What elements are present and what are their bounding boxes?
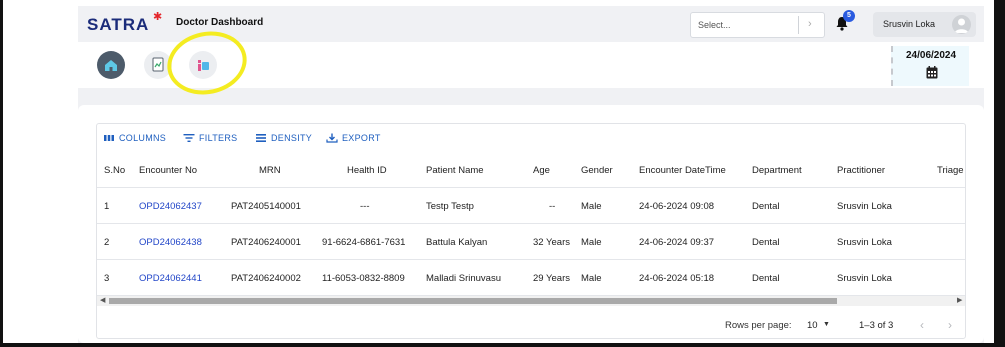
- table-cell: 11-6053-0832-8809: [322, 273, 405, 284]
- encounter-link[interactable]: OPD24062438: [139, 237, 202, 248]
- calendar-icon[interactable]: [926, 66, 938, 79]
- table-cell: Testp Testp: [426, 201, 474, 212]
- table-cell: 29 Years: [533, 273, 570, 284]
- page-title: Doctor Dashboard: [176, 17, 264, 28]
- user-name: Srusvin Loka: [883, 19, 936, 29]
- logo-text: SATRA: [87, 15, 150, 34]
- select-divider: [798, 16, 799, 34]
- table-cell: 1: [104, 201, 110, 212]
- table-cell: Malladi Srinuvasu: [426, 273, 501, 284]
- screen-border-left: [0, 0, 3, 347]
- date-panel[interactable]: 24/06/2024: [891, 46, 969, 86]
- table-cell: 3: [104, 273, 110, 284]
- notifications-button[interactable]: 5: [835, 10, 855, 31]
- table-cell: 24-06-2024 09:08: [639, 201, 715, 212]
- table-cell: PAT2406240002: [231, 273, 301, 284]
- table-row[interactable]: 2 OPD24062438 PAT2406240001 91-6624-6861…: [97, 224, 965, 260]
- column-header[interactable]: Encounter No: [139, 165, 197, 176]
- doctor-dashboard-app: SATRA ✱ Doctor Dashboard Select... › 5 S…: [78, 6, 984, 343]
- facility-select[interactable]: Select... ›: [690, 12, 825, 38]
- select-placeholder: Select...: [698, 20, 731, 30]
- current-date: 24/06/2024: [906, 50, 957, 61]
- chevron-down-icon[interactable]: ▼: [823, 321, 830, 328]
- encounter-link[interactable]: OPD24062437: [139, 201, 202, 212]
- column-header[interactable]: Practitioner: [837, 165, 885, 176]
- avatar: [952, 15, 971, 34]
- previous-page-button[interactable]: ‹: [920, 318, 924, 332]
- column-header[interactable]: MRN: [259, 165, 281, 176]
- table-cell: Srusvin Loka: [837, 237, 892, 248]
- density-icon: [256, 134, 266, 142]
- table-cell: Srusvin Loka: [837, 201, 892, 212]
- user-avatar-icon: [954, 18, 969, 33]
- encounters-data-grid: COLUMNS FILTERS DENSITY EXPORT S.No Enco…: [96, 123, 966, 339]
- column-header[interactable]: S.No: [104, 165, 125, 176]
- home-icon: [105, 60, 117, 71]
- scrollbar-thumb[interactable]: [109, 298, 837, 304]
- table-cell: 32 Years: [533, 237, 570, 248]
- column-header[interactable]: Age: [533, 165, 550, 176]
- table-cell: Dental: [752, 273, 780, 284]
- columns-icon: [104, 135, 114, 141]
- table-cell: 24-06-2024 09:37: [639, 237, 715, 248]
- logo-star-icon: ✱: [153, 11, 164, 23]
- table-cell: Srusvin Loka: [837, 273, 892, 284]
- table-cell: Male: [581, 273, 602, 284]
- brand-logo[interactable]: SATRA ✱: [87, 11, 162, 35]
- pagination-range: 1–3 of 3: [859, 320, 894, 331]
- grid-header-row: S.No Encounter No MRN Health ID Patient …: [97, 154, 965, 188]
- screen-border-right: [994, 0, 1005, 347]
- table-cell: Battula Kalyan: [426, 237, 488, 248]
- table-cell: 91-6624-6861-7631: [322, 237, 406, 248]
- encounter-link[interactable]: OPD24062441: [139, 273, 202, 284]
- column-header[interactable]: Encounter DateTime: [639, 165, 726, 176]
- table-cell: Dental: [752, 201, 780, 212]
- column-header[interactable]: Gender: [581, 165, 613, 176]
- rows-per-page-select[interactable]: 10: [807, 320, 818, 331]
- grid-toolbar: COLUMNS FILTERS DENSITY EXPORT: [97, 124, 965, 154]
- table-cell: --: [549, 201, 556, 212]
- density-label: DENSITY: [271, 133, 313, 143]
- table-cell: Dental: [752, 237, 780, 248]
- screen-border-bottom: [0, 343, 1005, 347]
- rows-per-page-label: Rows per page:: [725, 320, 792, 331]
- table-row[interactable]: 3 OPD24062441 PAT2406240002 11-6053-0832…: [97, 260, 965, 296]
- table-row[interactable]: 1 OPD24062437 PAT2405140001 --- Testp Te…: [97, 188, 965, 224]
- horizontal-scrollbar[interactable]: ◀ ▶: [97, 296, 965, 306]
- download-icon: [326, 133, 338, 143]
- filters-label: FILTERS: [199, 133, 238, 143]
- encounters-card: COLUMNS FILTERS DENSITY EXPORT S.No Enco…: [78, 105, 984, 343]
- table-cell: Male: [581, 237, 602, 248]
- table-cell: PAT2405140001: [231, 201, 301, 212]
- scroll-left-arrow-icon[interactable]: ◀: [100, 296, 105, 306]
- next-page-button[interactable]: ›: [948, 318, 952, 332]
- column-header[interactable]: Patient Name: [426, 165, 484, 176]
- chevron-right-icon[interactable]: ›: [808, 18, 812, 30]
- user-menu[interactable]: Srusvin Loka: [873, 12, 976, 37]
- column-header[interactable]: Department: [752, 165, 802, 176]
- nav-home-button[interactable]: [97, 51, 125, 79]
- table-cell: Male: [581, 201, 602, 212]
- table-cell: PAT2406240001: [231, 237, 301, 248]
- table-cell: 24-06-2024 05:18: [639, 273, 715, 284]
- table-cell: 2: [104, 237, 110, 248]
- table-cell: ---: [360, 201, 370, 212]
- grid-pagination: Rows per page: 10 ▼ 1–3 of 3 ‹ ›: [97, 306, 965, 338]
- column-header[interactable]: Health ID: [347, 165, 387, 176]
- export-label: EXPORT: [342, 133, 381, 143]
- notification-badge: 5: [843, 10, 855, 22]
- filter-icon: [183, 134, 195, 142]
- column-header[interactable]: Triage: [937, 165, 964, 176]
- scroll-right-arrow-icon[interactable]: ▶: [957, 296, 962, 306]
- columns-label: COLUMNS: [119, 133, 167, 143]
